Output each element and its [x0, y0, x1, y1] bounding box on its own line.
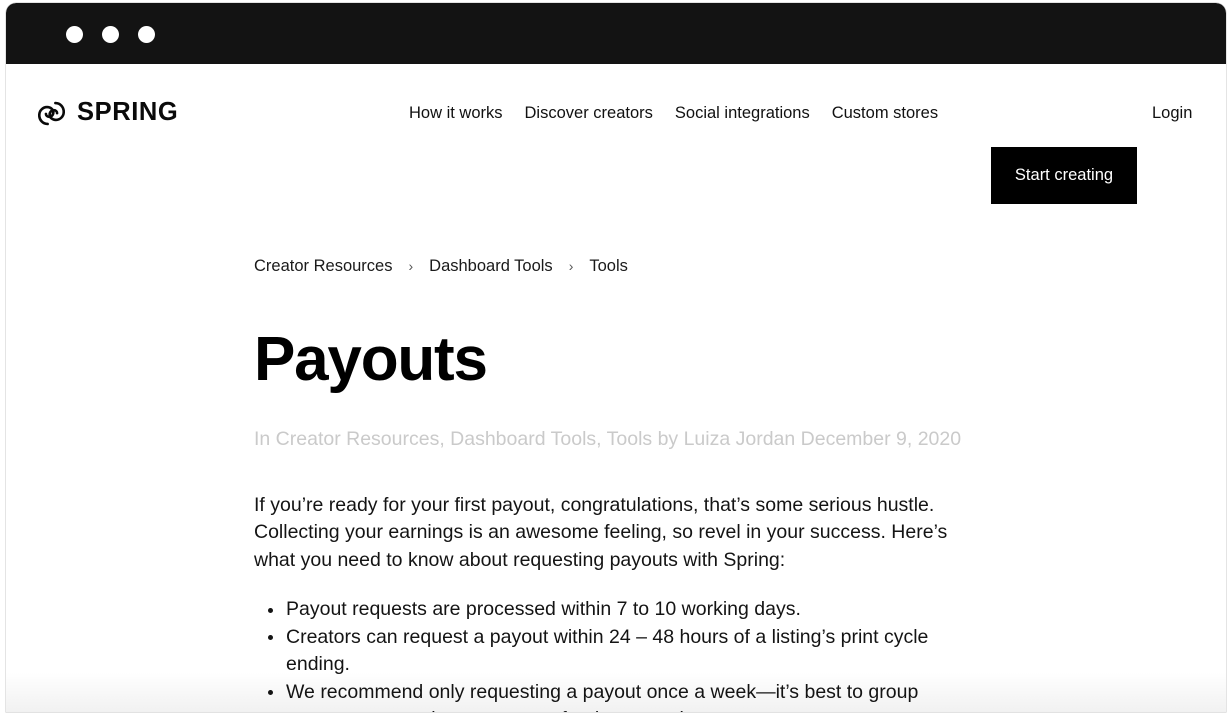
nav-item-discover-creators[interactable]: Discover creators: [514, 105, 664, 122]
nav-item-social-integrations[interactable]: Social integrations: [664, 105, 821, 122]
nav-item-custom-stores[interactable]: Custom stores: [821, 105, 949, 122]
brand-name: SPRING: [77, 98, 179, 127]
site-header: SPRING How it works Discover creators So…: [6, 64, 1226, 204]
nav-item-how-it-works[interactable]: How it works: [398, 105, 514, 122]
browser-window: SPRING How it works Discover creators So…: [6, 3, 1226, 712]
breadcrumb-item-creator-resources[interactable]: Creator Resources: [254, 258, 392, 275]
post-meta: In Creator Resources, Dashboard Tools, T…: [254, 427, 962, 450]
intro-paragraph: If you’re ready for your first payout, c…: [254, 493, 948, 571]
breadcrumb: Creator Resources › Dashboard Tools › To…: [254, 258, 1166, 275]
list-item: We recommend only requesting a payout on…: [254, 679, 959, 712]
login-link[interactable]: Login: [1152, 64, 1192, 162]
spring-spiral-logo-icon: [38, 100, 65, 127]
breadcrumb-item-tools[interactable]: Tools: [589, 258, 628, 275]
browser-titlebar: [6, 3, 1226, 64]
window-close-dot[interactable]: [66, 26, 83, 43]
page-content: SPRING How it works Discover creators So…: [6, 64, 1226, 712]
window-minimize-dot[interactable]: [102, 26, 119, 43]
main-navigation: How it works Discover creators Social in…: [398, 64, 949, 162]
breadcrumb-item-dashboard-tools[interactable]: Dashboard Tools: [429, 258, 553, 275]
window-maximize-dot[interactable]: [138, 26, 155, 43]
start-creating-button[interactable]: Start creating: [991, 147, 1137, 204]
brand-logo-link[interactable]: SPRING: [38, 100, 178, 127]
page-title: Payouts: [254, 324, 488, 394]
list-item: Creators can request a payout within 24 …: [254, 624, 959, 679]
breadcrumb-separator-icon: ›: [408, 258, 414, 275]
list-item: Payout requests are processed within 7 t…: [254, 596, 959, 624]
breadcrumb-separator-icon: ›: [568, 258, 574, 275]
article: Creator Resources › Dashboard Tools › To…: [6, 258, 1226, 712]
payout-facts-list: Payout requests are processed within 7 t…: [254, 596, 959, 712]
